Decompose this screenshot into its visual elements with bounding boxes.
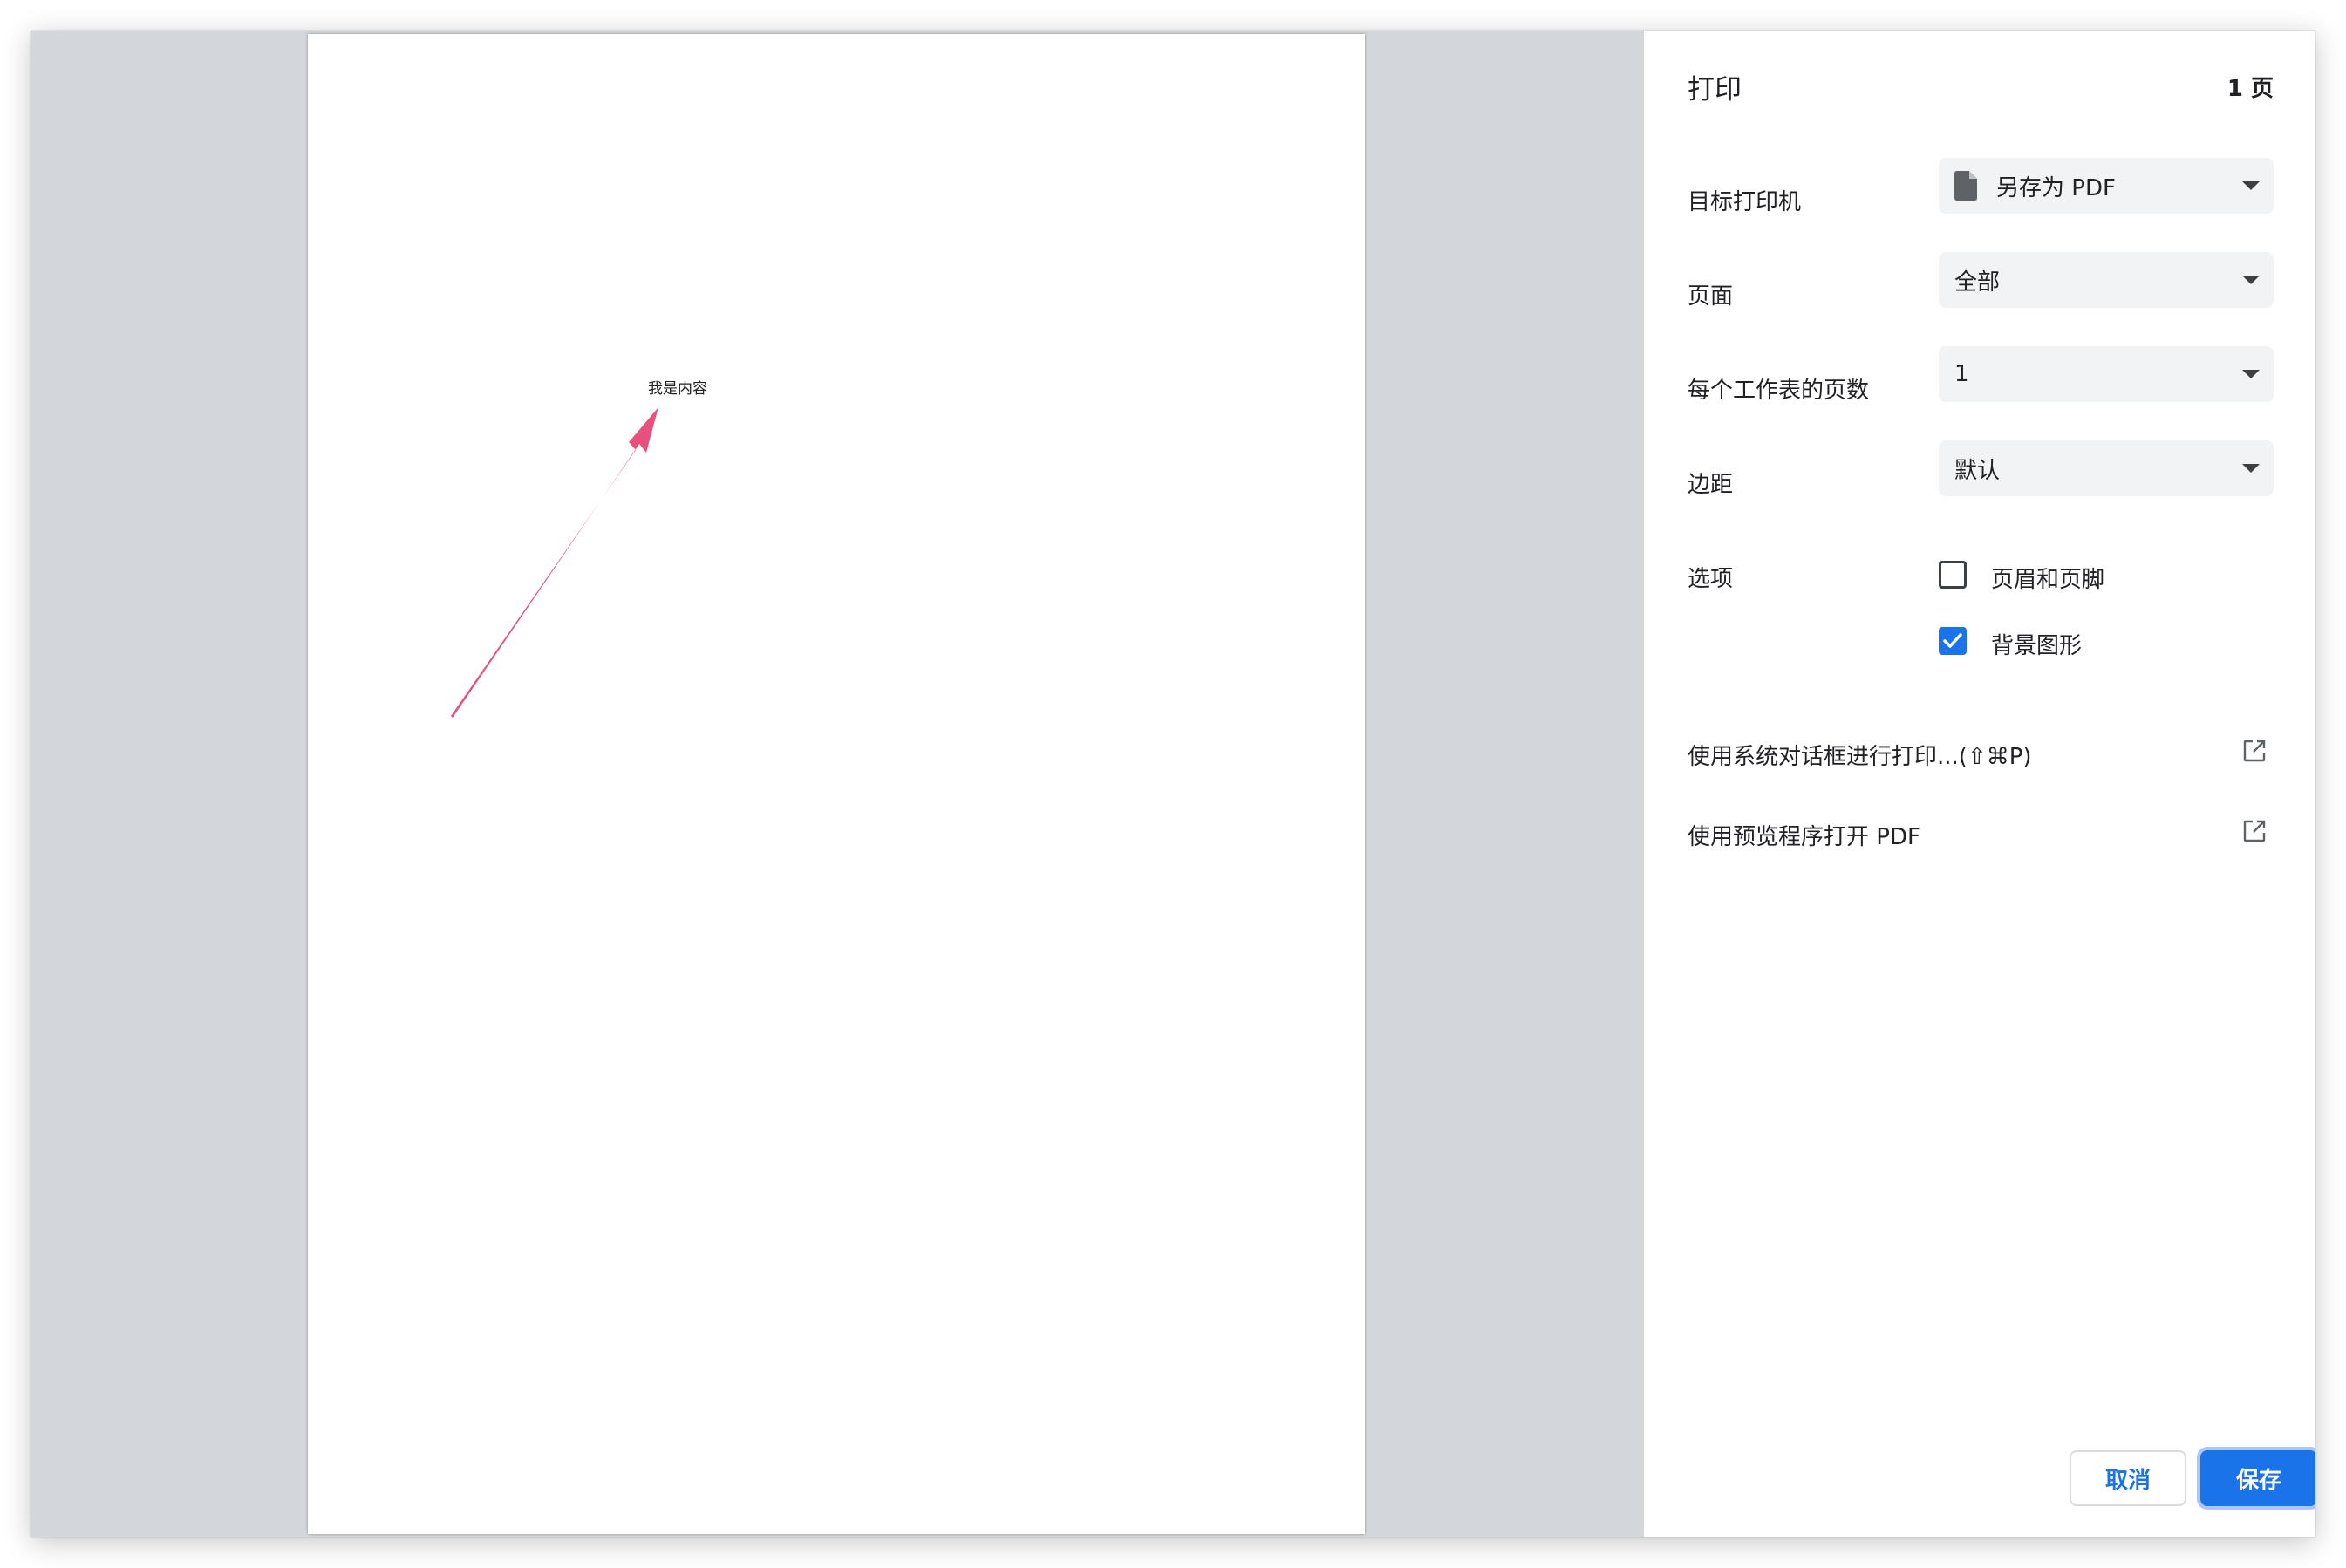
- document-icon: [1954, 171, 1977, 201]
- margins-label: 边距: [1688, 472, 1734, 498]
- margins-value: 默认: [1954, 457, 2001, 484]
- pages-select[interactable]: 全部: [1939, 252, 2274, 308]
- pages-per-sheet-select[interactable]: 1: [1939, 346, 2274, 402]
- pages-per-sheet-value: 1: [1954, 361, 1969, 387]
- chevron-down-icon: [2242, 276, 2260, 284]
- system-dialog-link[interactable]: 使用系统对话框进行打印...(⇧⌘P): [1688, 739, 2032, 771]
- destination-select[interactable]: 另存为 PDF: [1939, 158, 2274, 214]
- print-preview-area: 我是内容: [31, 31, 1644, 1537]
- annotation-arrow: [451, 407, 658, 718]
- header-footer-label[interactable]: 页眉和页脚: [1991, 562, 2104, 594]
- header-footer-checkbox[interactable]: [1939, 561, 1967, 589]
- pages-per-sheet-label: 每个工作表的页数: [1688, 378, 1870, 404]
- pages-value: 全部: [1954, 269, 2001, 296]
- open-preview-link[interactable]: 使用预览程序打开 PDF: [1688, 819, 1920, 851]
- print-dialog-window: 我是内容 打印 1 页 目标打印机 另存为 PDF 页面 全部 每个工作表的页数: [31, 31, 2315, 1537]
- chevron-down-icon: [2242, 464, 2260, 473]
- destination-label: 目标打印机: [1688, 189, 1802, 215]
- save-button[interactable]: 保存: [2200, 1450, 2315, 1506]
- pages-label: 页面: [1688, 283, 1734, 310]
- panel-title: 打印: [1688, 74, 1742, 106]
- open-in-new-icon[interactable]: [2242, 739, 2267, 763]
- open-in-new-icon[interactable]: [2242, 819, 2267, 843]
- print-settings-panel: 打印 1 页 目标打印机 另存为 PDF 页面 全部 每个工作表的页数 1 边距…: [1644, 31, 2315, 1537]
- chevron-down-icon: [2242, 181, 2260, 190]
- destination-value: 另存为 PDF: [1996, 174, 2116, 201]
- page-count: 1 页: [2227, 76, 2274, 102]
- chevron-down-icon: [2242, 370, 2260, 378]
- background-graphics-label[interactable]: 背景图形: [1991, 628, 2082, 660]
- preview-page: 我是内容: [308, 34, 1365, 1534]
- margins-select[interactable]: 默认: [1939, 440, 2274, 496]
- cancel-button[interactable]: 取消: [2070, 1450, 2186, 1506]
- options-label: 选项: [1688, 566, 1734, 592]
- background-graphics-checkbox[interactable]: [1939, 627, 1967, 655]
- checkmark-icon: [1943, 633, 1962, 648]
